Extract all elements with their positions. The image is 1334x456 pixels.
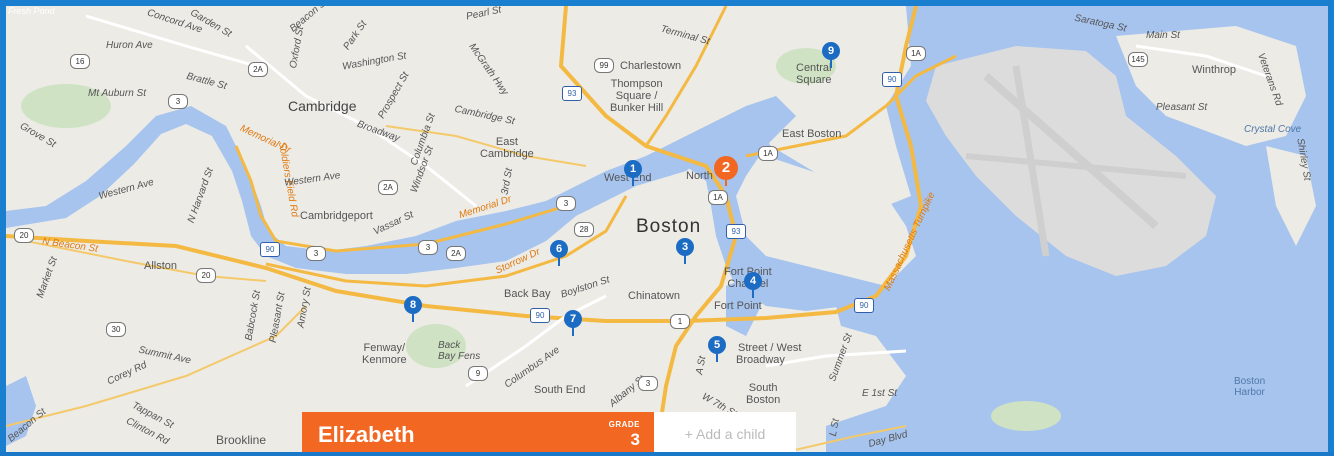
label-brookline: Brookline — [216, 433, 267, 447]
pin-tail — [716, 352, 718, 362]
map-pin-5[interactable]: 5 — [708, 336, 726, 362]
road-beacon-bottom — [6, 305, 307, 427]
label-cambridge: Cambridge — [288, 98, 357, 114]
map-canvas[interactable]: Fresh Pond Concord Ave Garden St Beacon … — [6, 6, 1328, 452]
label-east-boston: East Boston — [782, 128, 842, 140]
label-thompson-square: Thompson Square / Bunker Hill — [610, 78, 664, 114]
label-broadway-station: Broadway — [736, 354, 785, 366]
route-shield-93: 93 — [562, 86, 582, 101]
pin-tail — [632, 176, 634, 186]
route-shield-3-mid: 3 — [556, 196, 576, 211]
route-shield-16: 16 — [70, 54, 90, 69]
route-shield-145: 145 — [1128, 52, 1148, 67]
add-child-button[interactable]: + Add a child — [654, 412, 796, 452]
route-shield-20: 20 — [14, 228, 34, 243]
child-name: Elizabeth — [318, 422, 415, 447]
route-shield-1: 1 — [670, 314, 690, 329]
label-cambridgeport: Cambridgeport — [300, 210, 373, 222]
label-street-west: Street / West — [738, 342, 802, 354]
map-pin-4[interactable]: 4 — [744, 272, 762, 298]
label-south-boston: South Boston — [746, 382, 781, 406]
label-e-1st-st: E 1st St — [862, 388, 898, 399]
label-back-bay-fens: Back Bay Fens — [438, 340, 481, 362]
child-selector-tab[interactable]: Elizabeth GRADE 3 — [302, 412, 654, 452]
label-crystal-cove: Crystal Cove — [1244, 124, 1302, 135]
label-fenway-kenmore: Fenway/ Kenmore — [362, 342, 407, 366]
route-shield-1a-top: 1A — [906, 46, 926, 61]
route-shield-90-top: 90 — [882, 72, 902, 87]
label-fresh-pond: Fresh Pond — [8, 6, 55, 16]
route-shield-93-south: 93 — [726, 224, 746, 239]
route-shield-3-left: 3 — [418, 240, 438, 255]
pin-tail — [752, 288, 754, 298]
label-fort-point: Fort Point — [714, 300, 762, 312]
pin-tail — [558, 256, 560, 266]
label-winthrop: Winthrop — [1192, 64, 1237, 76]
label-huron-ave: Huron Ave — [106, 40, 153, 51]
route-shield-2a: 2A — [248, 62, 268, 77]
route-shield-90-c: 90 — [854, 298, 874, 313]
label-back-bay: Back Bay — [504, 288, 551, 300]
label-chinatown: Chinatown — [628, 290, 680, 302]
route-shield-30: 30 — [106, 322, 126, 337]
map-pin-8[interactable]: 8 — [404, 296, 422, 322]
pin-tail — [412, 312, 414, 322]
route-shield-90-b: 90 — [530, 308, 550, 323]
route-shield-90: 90 — [260, 242, 280, 257]
route-shield-3-north: 1A — [708, 190, 728, 205]
label-pleasant-st-winthrop: Pleasant St — [1156, 102, 1208, 113]
route-shield-3-c: 3 — [306, 246, 326, 261]
map-pin-9[interactable]: 9 — [822, 42, 840, 68]
label-charlestown: Charlestown — [620, 60, 682, 72]
route-shield-9: 9 — [468, 366, 488, 381]
map-pin-6[interactable]: 6 — [550, 240, 568, 266]
map-pin-1[interactable]: 1 — [624, 160, 642, 186]
grade-label: GRADE — [608, 420, 640, 429]
label-east-cambridge: East Cambridge — [480, 136, 534, 160]
map-pin-3[interactable]: 3 — [676, 238, 694, 264]
map-pin-7[interactable]: 7 — [564, 310, 582, 336]
park-4 — [991, 401, 1061, 431]
route-shield-20-b: 20 — [196, 268, 216, 283]
route-shield-2a-mid: 2A — [378, 180, 398, 195]
route-shield-2a-b: 2A — [446, 246, 466, 261]
pin-tail — [684, 254, 686, 264]
label-north-end: North — [686, 170, 713, 182]
route-shield-28: 28 — [574, 222, 594, 237]
route-shield-3-d: 3 — [638, 376, 658, 391]
route-shield-1a: 1A — [758, 146, 778, 161]
label-south-end: South End — [534, 384, 586, 396]
grade-value: 3 — [630, 430, 640, 449]
label-main-st: Main St — [1146, 30, 1180, 41]
label-allston: Allston — [144, 260, 178, 272]
map-pin-2-selected[interactable]: 2 — [714, 156, 738, 186]
map-frame: Fresh Pond Concord Ave Garden St Beacon … — [0, 0, 1334, 452]
label-mt-auburn-st: Mt Auburn St — [88, 88, 146, 99]
label-boston: Boston — [636, 216, 702, 237]
pin-tail — [572, 326, 574, 336]
route-shield-99: 99 — [594, 58, 614, 73]
route-shield-3: 3 — [168, 94, 188, 109]
pin-tail — [725, 177, 727, 186]
pin-tail — [830, 58, 832, 68]
label-boston-harbor: Boston Harbor — [1234, 376, 1266, 398]
